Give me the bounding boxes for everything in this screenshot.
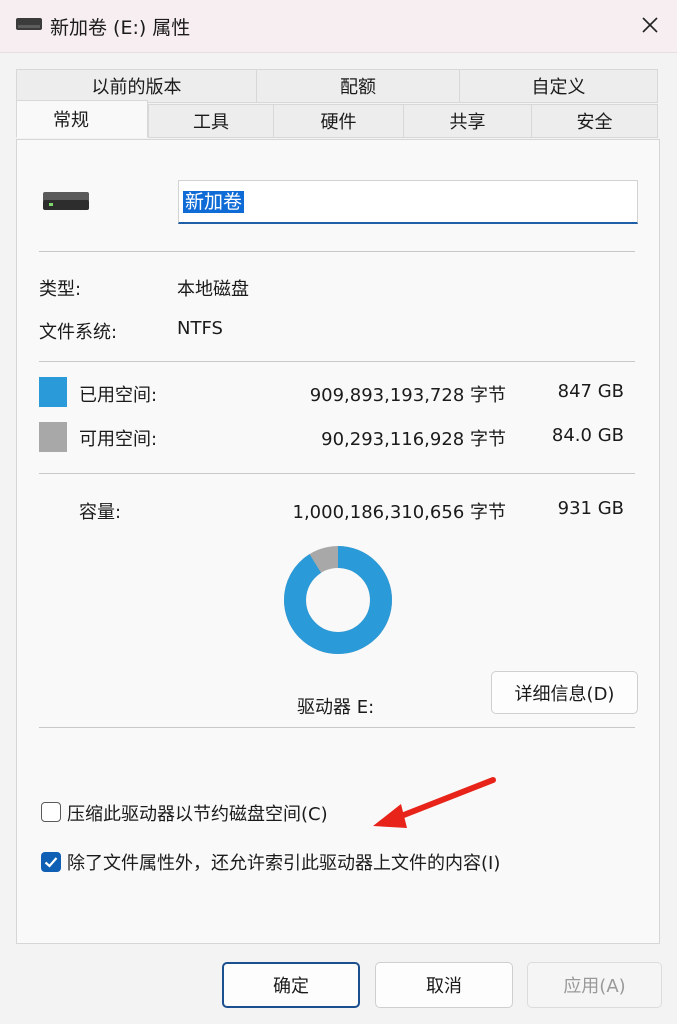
free-space-bytes: 90,293,116,928 字节 — [321, 429, 506, 450]
red-arrow-annotation — [373, 777, 496, 828]
tab-customize[interactable]: 自定义 — [459, 69, 658, 103]
divider — [39, 251, 635, 252]
divider — [39, 727, 635, 728]
checkmark-icon — [44, 857, 58, 868]
tab-quota[interactable]: 配额 — [256, 69, 460, 103]
free-space-size: 84.0 GB — [551, 425, 624, 446]
details-button[interactable]: 详细信息(D) — [491, 671, 638, 714]
compress-label[interactable]: 压缩此驱动器以节约磁盘空间(C) — [67, 800, 328, 826]
capacity-bytes: 1,000,186,310,656 字节 — [292, 502, 507, 523]
used-space-size: 847 GB — [557, 381, 624, 402]
divider — [39, 473, 635, 474]
title-bar: 新加卷 (E:) 属性 — [0, 0, 677, 53]
free-space-swatch — [39, 422, 67, 452]
free-space-label: 可用空间: — [79, 429, 158, 450]
tab-security[interactable]: 安全 — [531, 104, 658, 138]
tab-hardware[interactable]: 硬件 — [273, 104, 404, 138]
index-checkbox[interactable] — [41, 852, 61, 872]
compress-checkbox[interactable] — [41, 802, 61, 822]
used-space-label: 已用空间: — [79, 385, 158, 406]
capacity-size: 931 GB — [557, 498, 624, 519]
apply-button[interactable]: 应用(A) — [527, 962, 662, 1008]
drive-icon — [43, 192, 89, 210]
cancel-button[interactable]: 取消 — [375, 962, 513, 1008]
tab-row-top: 以前的版本 配额 自定义 — [16, 69, 658, 104]
general-panel: 新加卷 类型: 本地磁盘 文件系统: NTFS 已用空间: 909,893,19… — [16, 139, 660, 944]
tab-row-bottom: 常规 工具 硬件 共享 安全 — [16, 100, 658, 139]
filesystem-label: 文件系统: — [39, 322, 118, 343]
volume-name-input[interactable]: 新加卷 — [178, 180, 638, 224]
used-space-swatch — [39, 377, 67, 407]
tab-previous-versions[interactable]: 以前的版本 — [16, 69, 257, 103]
tab-tools[interactable]: 工具 — [148, 104, 274, 138]
used-space-bytes: 909,893,193,728 字节 — [309, 385, 506, 406]
filesystem-value: NTFS — [177, 318, 223, 339]
disk-usage-donut — [284, 546, 392, 654]
index-label[interactable]: 除了文件属性外，还允许索引此驱动器上文件的内容(I) — [67, 849, 500, 875]
tab-general[interactable]: 常规 — [16, 100, 148, 138]
drive-letter-label: 驱动器 E: — [297, 697, 375, 718]
used-space-ring — [284, 546, 392, 654]
ok-button[interactable]: 确定 — [222, 962, 360, 1008]
type-label: 类型: — [39, 279, 82, 300]
close-icon[interactable] — [635, 10, 665, 40]
type-value: 本地磁盘 — [177, 279, 249, 300]
window-title: 新加卷 (E:) 属性 — [50, 17, 191, 39]
capacity-label: 容量: — [79, 502, 122, 523]
tab-sharing[interactable]: 共享 — [403, 104, 532, 138]
volume-name-text: 新加卷 — [183, 191, 245, 213]
divider — [39, 361, 635, 362]
drive-icon — [16, 18, 42, 30]
